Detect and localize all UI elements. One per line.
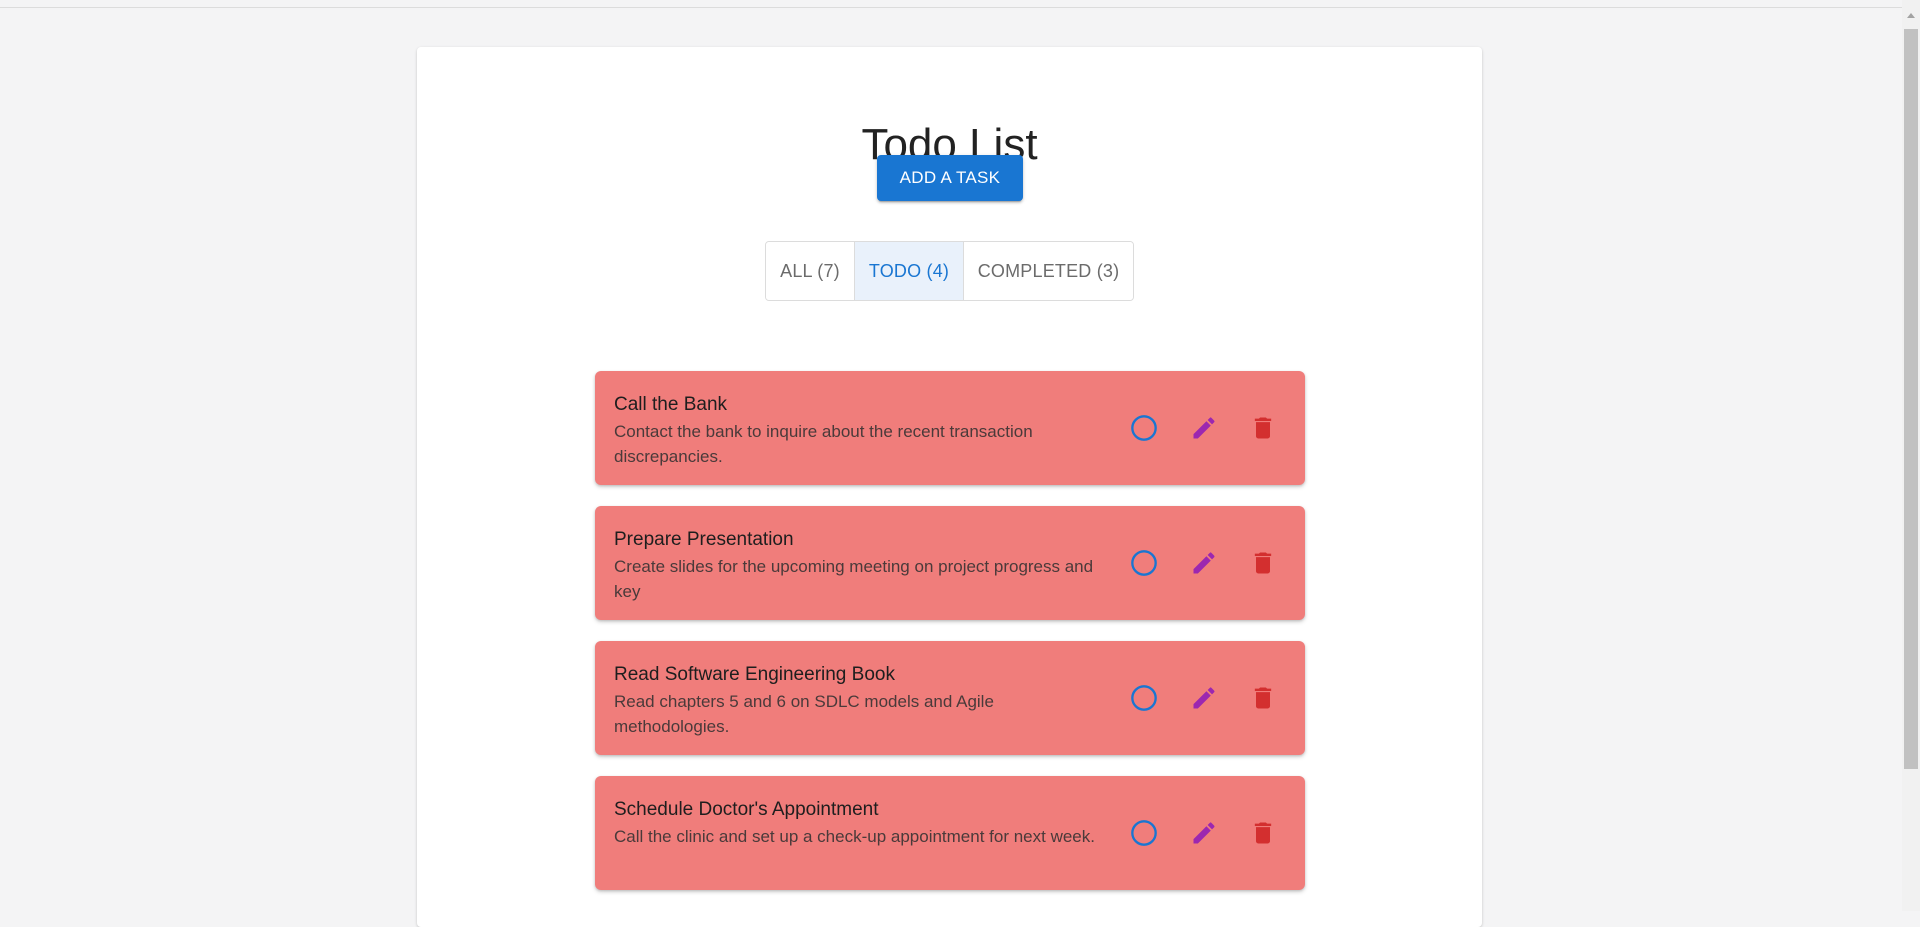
task-item: Read Software Engineering Book Read chap… [595, 641, 1305, 755]
delete-button[interactable] [1247, 412, 1279, 444]
circle-outline-icon [1131, 685, 1157, 711]
vertical-scrollbar[interactable] [1902, 0, 1920, 911]
circle-outline-icon [1131, 550, 1157, 576]
task-item: Call the Bank Contact the bank to inquir… [595, 371, 1305, 485]
trash-icon [1254, 552, 1272, 574]
tab-todo[interactable]: TODO (4) [854, 242, 963, 300]
task-description: Read chapters 5 and 6 on SDLC models and… [614, 692, 994, 736]
delete-button[interactable] [1247, 547, 1279, 579]
edit-button[interactable] [1188, 547, 1220, 579]
trash-icon [1254, 687, 1272, 709]
task-title: Prepare Presentation [614, 529, 794, 550]
trash-icon [1254, 417, 1272, 439]
delete-button[interactable] [1247, 817, 1279, 849]
circle-outline-icon [1131, 415, 1157, 441]
pencil-icon [1193, 417, 1215, 439]
complete-button[interactable] [1128, 682, 1160, 714]
delete-button[interactable] [1247, 682, 1279, 714]
trash-icon [1254, 822, 1272, 844]
task-list: Call the Bank Contact the bank to inquir… [595, 371, 1305, 911]
task-title: Read Software Engineering Book [614, 664, 895, 685]
tab-completed[interactable]: COMPLETED (3) [963, 242, 1133, 300]
circle-outline-icon [1131, 820, 1157, 846]
filter-tabs: ALL (7) TODO (4) COMPLETED (3) [765, 241, 1134, 301]
complete-button[interactable] [1128, 547, 1160, 579]
complete-button[interactable] [1128, 817, 1160, 849]
edit-button[interactable] [1188, 682, 1220, 714]
task-description: Call the clinic and set up a check-up ap… [614, 827, 1095, 846]
complete-button[interactable] [1128, 412, 1160, 444]
pencil-icon [1193, 822, 1215, 844]
edit-button[interactable] [1188, 817, 1220, 849]
task-item: Prepare Presentation Create slides for t… [595, 506, 1305, 620]
scroll-up-arrow-icon[interactable] [1907, 13, 1915, 18]
task-description: Contact the bank to inquire about the re… [614, 422, 1033, 466]
task-item: Schedule Doctor's Appointment Call the c… [595, 776, 1305, 890]
edit-button[interactable] [1188, 412, 1220, 444]
pencil-icon [1193, 552, 1215, 574]
todo-card: Todo List ADD A TASK ALL (7) TODO (4) CO… [417, 47, 1482, 927]
add-task-button[interactable]: ADD A TASK [877, 155, 1023, 201]
task-title: Schedule Doctor's Appointment [614, 799, 879, 820]
task-description: Create slides for the upcoming meeting o… [614, 557, 1094, 601]
scrollbar-thumb[interactable] [1904, 29, 1918, 769]
browser-top-edge [0, 0, 1902, 8]
task-title: Call the Bank [614, 394, 728, 415]
pencil-icon [1193, 687, 1215, 709]
tab-all[interactable]: ALL (7) [766, 242, 854, 300]
